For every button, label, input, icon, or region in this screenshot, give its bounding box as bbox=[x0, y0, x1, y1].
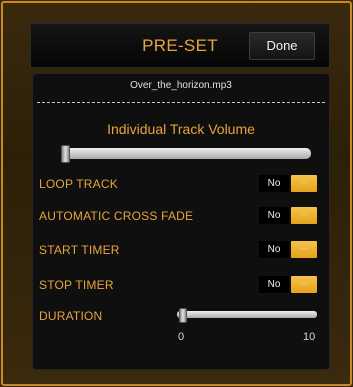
start-timer-row: START TIMER No ··· bbox=[39, 240, 325, 260]
loop-track-toggle[interactable]: No ··· bbox=[259, 175, 317, 192]
duration-max-label: 10 bbox=[303, 331, 316, 343]
duration-slider-track[interactable] bbox=[177, 311, 317, 318]
settings-panel: Over_the_horizon.mp3 Individual Track Vo… bbox=[32, 73, 330, 370]
loop-track-label: LOOP TRACK bbox=[39, 177, 118, 191]
toggle-state-text: No bbox=[259, 175, 289, 192]
toggle-knob[interactable]: ··· bbox=[291, 175, 317, 192]
volume-slider-track[interactable] bbox=[61, 148, 311, 159]
duration-label: DURATION bbox=[39, 309, 103, 323]
header-bar: PRE-SET Done bbox=[30, 23, 330, 68]
toggle-knob[interactable]: ··· bbox=[291, 207, 317, 224]
toggle-state-text: No bbox=[259, 276, 289, 293]
toggle-state-text: No bbox=[259, 207, 289, 224]
toggle-knob[interactable]: ··· bbox=[291, 241, 317, 258]
start-timer-toggle[interactable]: No ··· bbox=[259, 241, 317, 258]
volume-slider-thumb[interactable] bbox=[61, 145, 70, 163]
cross-fade-label: AUTOMATIC CROSS FADE bbox=[39, 209, 194, 223]
duration-min-label: 0 bbox=[178, 331, 185, 343]
stop-timer-toggle[interactable]: No ··· bbox=[259, 276, 317, 293]
stop-timer-label: STOP TIMER bbox=[39, 278, 114, 292]
cross-fade-row: AUTOMATIC CROSS FADE No ··· bbox=[39, 206, 325, 226]
duration-slider-thumb[interactable] bbox=[179, 308, 187, 323]
done-button[interactable]: Done bbox=[249, 32, 315, 60]
volume-title: Individual Track Volume bbox=[107, 121, 255, 137]
preset-dialog: PRE-SET Done Over_the_horizon.mp3 Indivi… bbox=[0, 0, 353, 387]
stop-timer-row: STOP TIMER No ··· bbox=[39, 275, 325, 295]
start-timer-label: START TIMER bbox=[39, 243, 120, 257]
loop-track-row: LOOP TRACK No ··· bbox=[39, 174, 325, 194]
divider bbox=[37, 102, 325, 103]
track-filename: Over_the_horizon.mp3 bbox=[130, 80, 232, 91]
cross-fade-toggle[interactable]: No ··· bbox=[259, 207, 317, 224]
toggle-knob[interactable]: ··· bbox=[291, 276, 317, 293]
toggle-state-text: No bbox=[259, 241, 289, 258]
